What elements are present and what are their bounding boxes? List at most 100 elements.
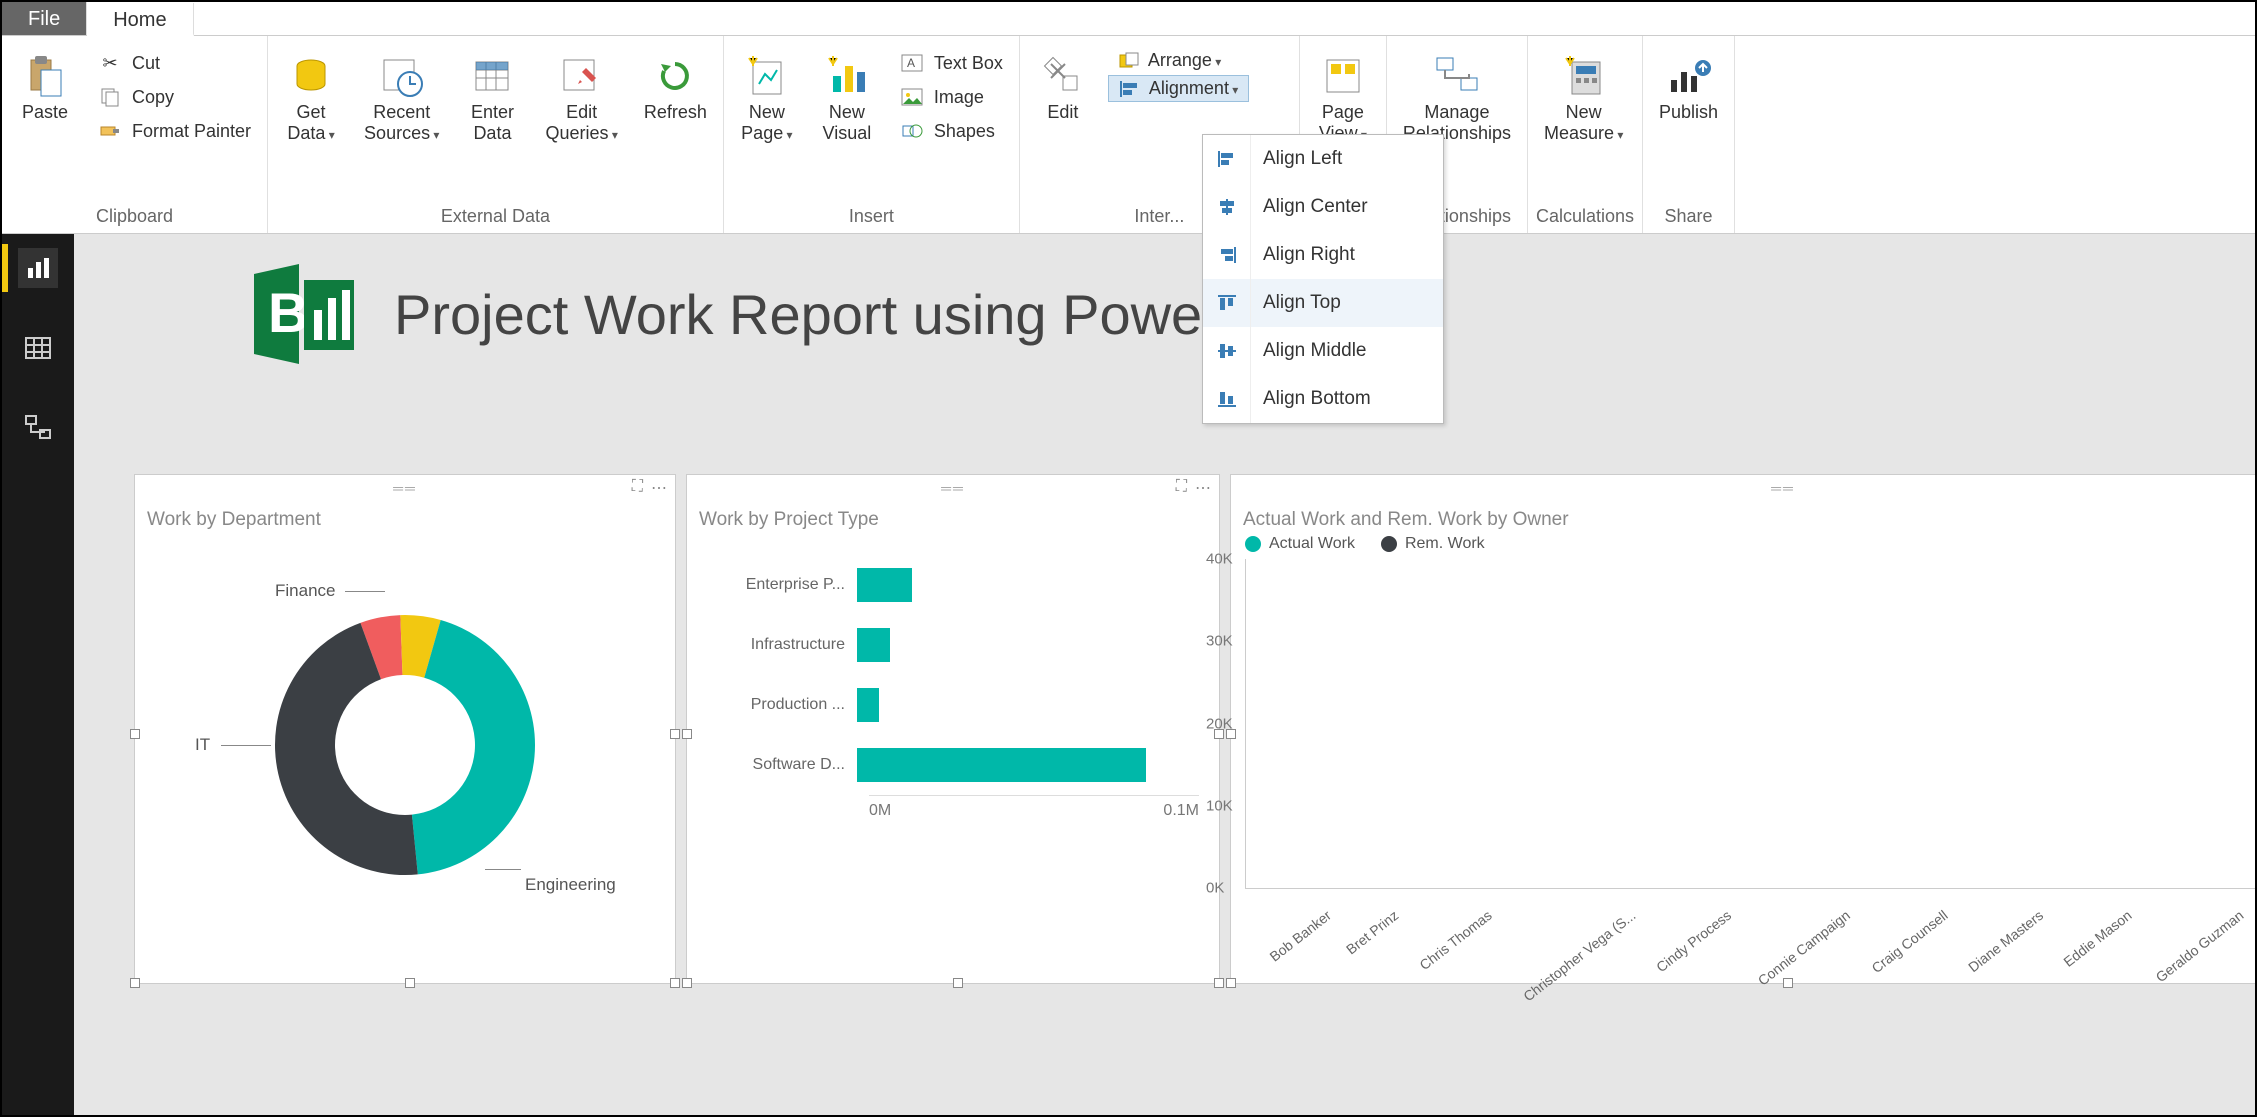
new-measure-button[interactable]: New Measure	[1536, 48, 1631, 147]
align-icon	[1203, 375, 1251, 423]
tab-file[interactable]: File	[2, 2, 87, 35]
text-box-label: Text Box	[934, 53, 1003, 74]
drag-grip-icon[interactable]: ══	[941, 480, 965, 496]
ribbon-group-clipboard-label: Clipboard	[10, 202, 259, 233]
new-page-icon	[743, 52, 791, 100]
alignment-icon	[1119, 79, 1141, 99]
ribbon-group-insert-label: Insert	[732, 202, 1011, 233]
focus-mode-icon[interactable]: ⛶	[1176, 478, 1187, 498]
align-icon	[1203, 135, 1251, 183]
enter-data-icon	[468, 52, 516, 100]
svg-text:B: B	[268, 281, 308, 344]
more-options-icon[interactable]: ⋯	[651, 478, 667, 498]
alignment-button[interactable]: Alignment	[1108, 75, 1249, 102]
get-data-icon	[287, 52, 335, 100]
new-page-button[interactable]: New Page	[732, 48, 802, 147]
ribbon-group-insert: New Page New Visual A Text Box Image Sha…	[724, 36, 1020, 233]
shapes-icon	[900, 119, 924, 143]
cut-button[interactable]: ✂ Cut	[90, 48, 259, 78]
paste-icon	[21, 52, 69, 100]
enter-data-button[interactable]: Enter Data	[457, 48, 527, 147]
rail-data-view[interactable]	[18, 328, 58, 368]
alignment-menu: Align Left Align CenterAlign RightAlign T…	[1202, 134, 1444, 424]
alignment-menu-item[interactable]: Align Center	[1203, 183, 1443, 231]
cut-label: Cut	[132, 53, 160, 74]
image-button[interactable]: Image	[892, 82, 1011, 112]
chart-owner-plot: 0K10K20K30K40K	[1245, 559, 2255, 889]
x-label: Diane Masters	[1966, 907, 2080, 1018]
view-rail	[2, 234, 74, 1115]
new-page-label: New Page	[741, 102, 792, 143]
copy-button[interactable]: Copy	[90, 82, 259, 112]
align-icon	[1203, 279, 1251, 327]
hbar-category: Production ...	[707, 696, 857, 714]
x-label: Connie Campaign	[1754, 907, 1885, 1031]
alignment-menu-item[interactable]: Align Right	[1203, 231, 1443, 279]
shapes-button[interactable]: Shapes	[892, 116, 1011, 146]
enter-data-label: Enter Data	[471, 102, 514, 143]
x-label: Chris Thomas	[1416, 907, 1528, 1016]
ribbon-group-external-data: Get Data Recent Sources Enter Data Edit …	[268, 36, 724, 233]
chart-dept-title: Work by Department	[135, 501, 675, 535]
x-tick: 0M	[869, 802, 891, 820]
drag-grip-icon[interactable]: ══	[393, 480, 417, 496]
ribbon-group-share-label: Share	[1651, 202, 1726, 233]
visual-work-by-owner[interactable]: ══ ⛶⋯ Actual Work and Rem. Work by Owner…	[1230, 474, 2255, 984]
x-label: Geraldo Guzman	[2153, 907, 2255, 1028]
x-label: Christopher Vega (S...	[1520, 907, 1672, 1047]
edit-queries-button[interactable]: Edit Queries	[537, 48, 625, 147]
refresh-button[interactable]: Refresh	[636, 48, 715, 127]
manage-relationships-icon	[1433, 52, 1481, 100]
chart-type-plot: Enterprise P...InfrastructureProduction …	[687, 535, 1219, 830]
alignment-menu-item[interactable]: Align Bottom	[1203, 375, 1443, 423]
alignment-menu-item[interactable]: Align Top	[1203, 279, 1443, 327]
ribbon-group-share: Publish Share	[1643, 36, 1735, 233]
text-box-button[interactable]: A Text Box	[892, 48, 1011, 78]
chart-dept-plot: FinanceITEngineering	[135, 535, 675, 955]
format-painter-icon	[98, 119, 122, 143]
data-view-icon	[24, 334, 52, 362]
page-view-button[interactable]: Page View	[1308, 48, 1378, 147]
edit-interactions-button[interactable]: Edit	[1028, 48, 1098, 127]
alignment-menu-item[interactable]: Align Middle	[1203, 327, 1443, 375]
rail-model-view[interactable]	[18, 408, 58, 448]
manage-relationships-button[interactable]: Manage Relationships	[1395, 48, 1519, 147]
more-options-icon[interactable]: ⋯	[1195, 478, 1211, 498]
report-canvas[interactable]: B Project Work Report using Power BI ══ …	[74, 234, 2255, 1115]
new-visual-label: New Visual	[823, 102, 872, 143]
new-visual-button[interactable]: New Visual	[812, 48, 882, 147]
paste-button[interactable]: Paste	[10, 48, 80, 127]
arrange-icon	[1118, 51, 1140, 71]
copy-label: Copy	[132, 87, 174, 108]
format-painter-button[interactable]: Format Painter	[90, 116, 259, 146]
x-label: Bret Prinz	[1343, 907, 1435, 1000]
edit-queries-icon	[558, 52, 606, 100]
arrange-button[interactable]: Arrange	[1108, 48, 1249, 73]
rail-report-view[interactable]	[18, 248, 58, 288]
y-tick: 0K	[1206, 880, 1224, 897]
arrange-label: Arrange	[1148, 50, 1221, 71]
align-item-label: Align Middle	[1251, 340, 1367, 362]
tab-home[interactable]: Home	[87, 3, 193, 36]
edit-queries-label: Edit Queries	[545, 102, 617, 143]
drag-grip-icon[interactable]: ══	[1771, 480, 1795, 496]
visual-work-by-department[interactable]: ══ ⛶ ⋯ Work by Department FinanceITEngine…	[134, 474, 676, 984]
align-item-label: Align Left	[1251, 148, 1342, 170]
focus-mode-icon[interactable]: ⛶	[632, 478, 643, 498]
new-measure-icon	[1560, 52, 1608, 100]
ribbon: Paste ✂ Cut Copy Format Painter	[2, 36, 2255, 234]
svg-text:A: A	[907, 56, 915, 70]
recent-sources-label: Recent Sources	[364, 102, 439, 143]
format-painter-label: Format Painter	[132, 121, 251, 142]
text-box-icon: A	[900, 51, 924, 75]
page-view-icon	[1319, 52, 1367, 100]
align-item-label: Align Bottom	[1251, 388, 1371, 410]
alignment-menu-item[interactable]: Align Left	[1203, 135, 1443, 183]
recent-sources-button[interactable]: Recent Sources	[356, 48, 447, 147]
publish-button[interactable]: Publish	[1651, 48, 1726, 127]
refresh-icon	[651, 52, 699, 100]
hbar-bar	[857, 688, 879, 722]
get-data-button[interactable]: Get Data	[276, 48, 346, 147]
visual-work-by-project-type[interactable]: ══ ⛶⋯ Work by Project Type Enterprise P.…	[686, 474, 1220, 984]
shapes-label: Shapes	[934, 121, 995, 142]
